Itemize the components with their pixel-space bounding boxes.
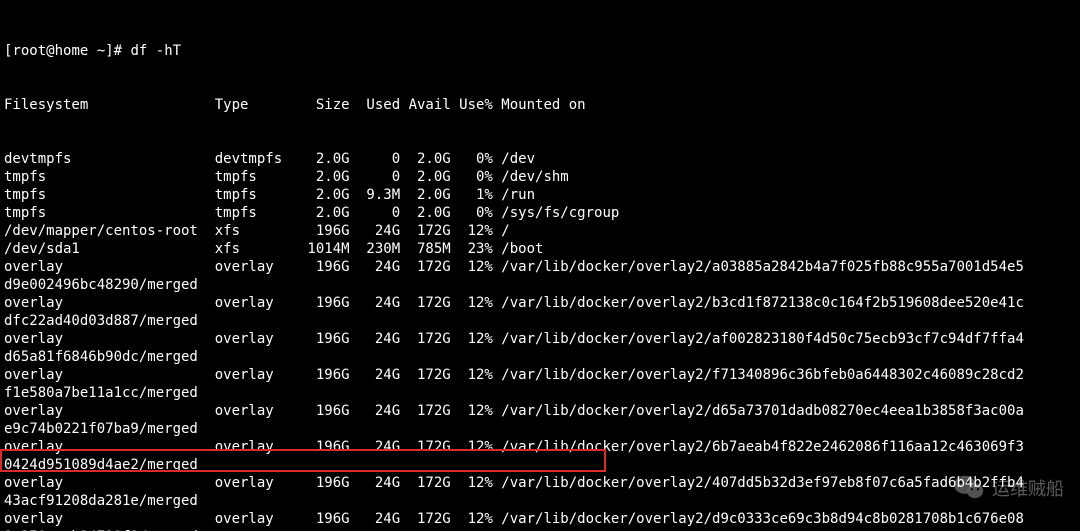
prompt-host: home — [55, 43, 89, 59]
table-row-continuation: d65a81f6846b90dc/merged — [4, 348, 1076, 366]
command-text: df -hT — [130, 43, 181, 59]
prompt-dir: ~ — [97, 43, 105, 59]
table-row: overlay overlay 196G 24G 172G 12% /var/l… — [4, 294, 1076, 312]
prompt-close: ]# — [105, 43, 122, 59]
table-row: overlay overlay 196G 24G 172G 12% /var/l… — [4, 438, 1076, 456]
table-row: /dev/mapper/centos-root xfs 196G 24G 172… — [4, 222, 1076, 240]
table-row: overlay overlay 196G 24G 172G 12% /var/l… — [4, 330, 1076, 348]
prompt-at: @ — [46, 43, 54, 59]
table-row-continuation: d9e002496bc48290/merged — [4, 276, 1076, 294]
table-row: overlay overlay 196G 24G 172G 12% /var/l… — [4, 402, 1076, 420]
terminal-output[interactable]: [root@home ~]# df -hT Filesystem Type Si… — [0, 0, 1080, 531]
table-row: overlay overlay 196G 24G 172G 12% /var/l… — [4, 474, 1076, 492]
table-row: tmpfs tmpfs 2.0G 9.3M 2.0G 1% /run — [4, 186, 1076, 204]
prompt-user: root — [12, 43, 46, 59]
table-row-continuation: dfc22ad40d03d887/merged — [4, 312, 1076, 330]
table-row-continuation: 0424d951089d4ae2/merged — [4, 456, 1076, 474]
table-row-continuation: 43acf91208da281e/merged — [4, 492, 1076, 510]
table-row: devtmpfs devtmpfs 2.0G 0 2.0G 0% /dev — [4, 150, 1076, 168]
table-row: /dev/sda1 xfs 1014M 230M 785M 23% /boot — [4, 240, 1076, 258]
table-row: overlay overlay 196G 24G 172G 12% /var/l… — [4, 258, 1076, 276]
table-row-continuation: e9c74b0221f07ba9/merged — [4, 420, 1076, 438]
table-row: tmpfs tmpfs 2.0G 0 2.0G 0% /sys/fs/cgrou… — [4, 204, 1076, 222]
table-row: tmpfs tmpfs 2.0G 0 2.0G 0% /dev/shm — [4, 168, 1076, 186]
table-row: overlay overlay 196G 24G 172G 12% /var/l… — [4, 510, 1076, 528]
prompt-line-1: [root@home ~]# df -hT — [4, 42, 1076, 60]
table-header-row: Filesystem Type Size Used Avail Use% Mou… — [4, 96, 1076, 114]
table-row-continuation: f1e580a7be11a1cc/merged — [4, 384, 1076, 402]
table-row: overlay overlay 196G 24G 172G 12% /var/l… — [4, 366, 1076, 384]
